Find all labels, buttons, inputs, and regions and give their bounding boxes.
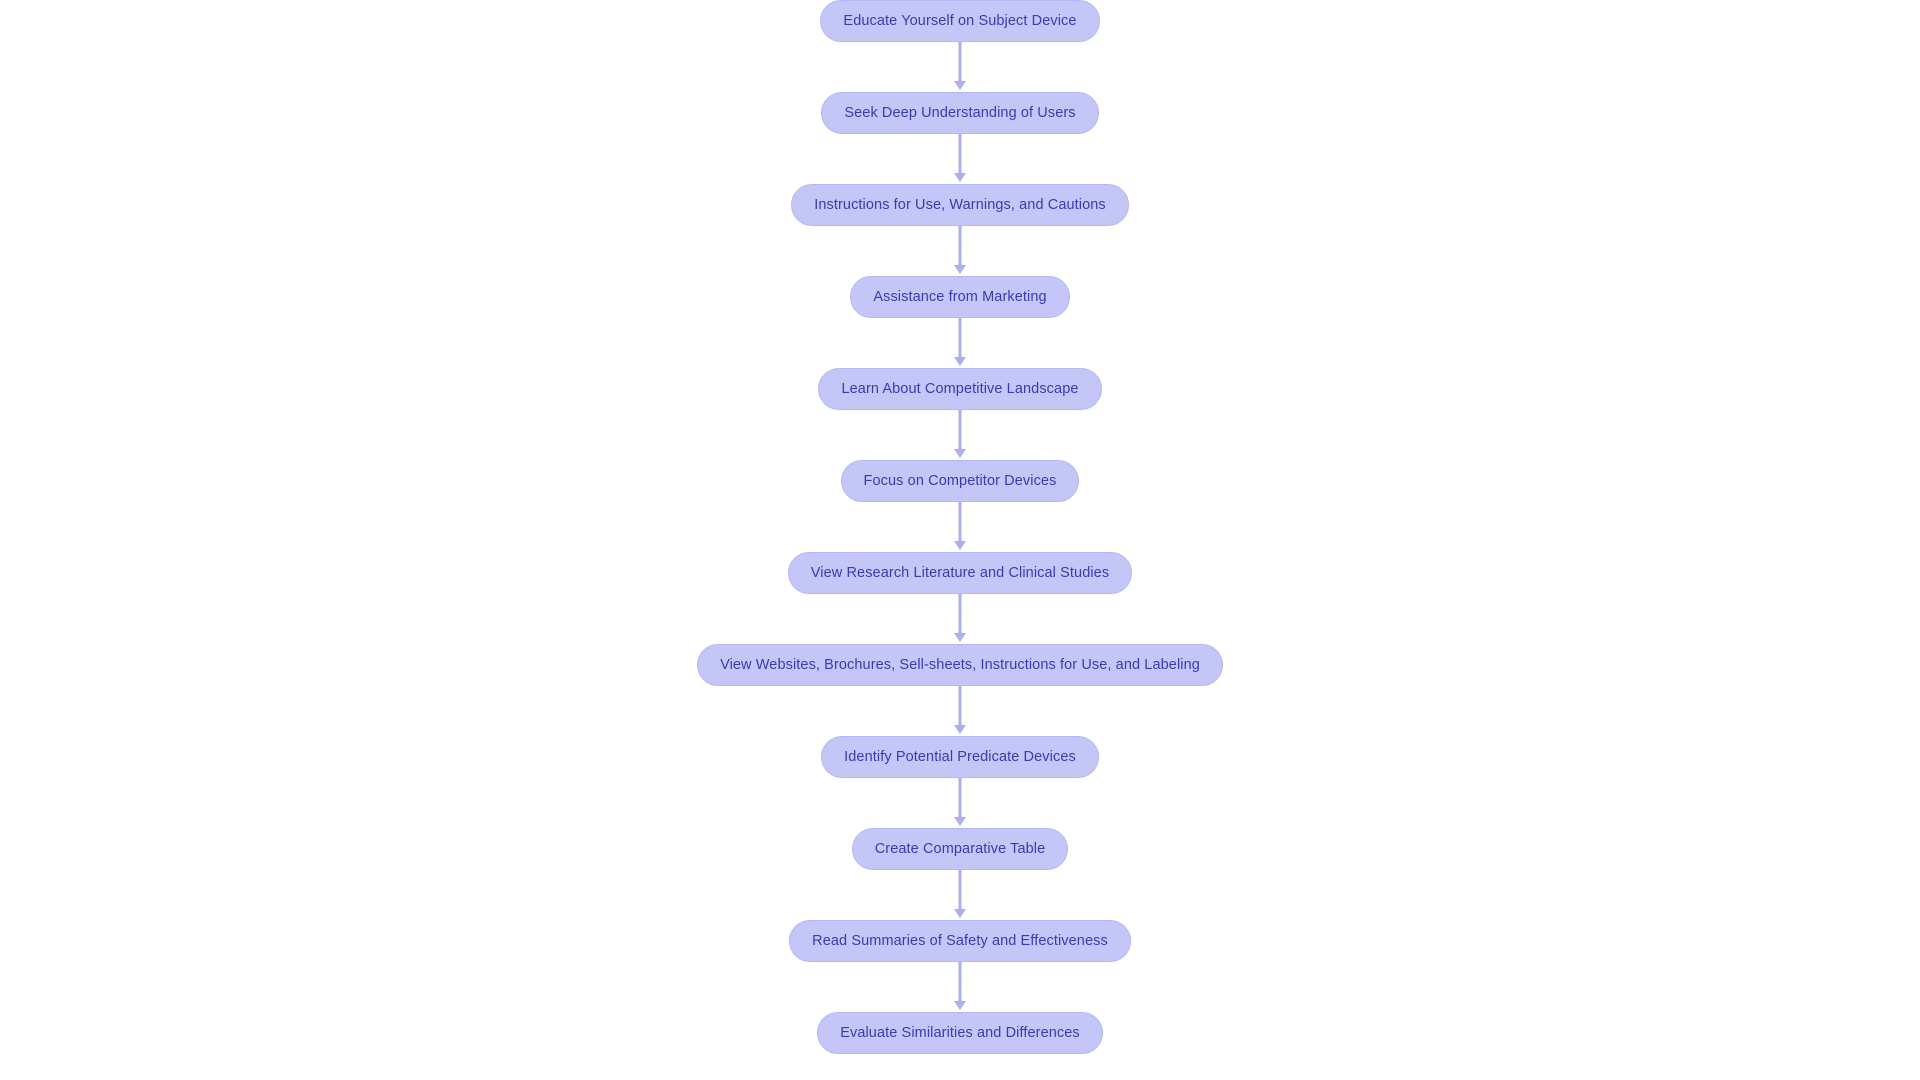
edge-line	[958, 226, 962, 266]
flow-node-n6[interactable]: Focus on Competitor Devices	[840, 460, 1080, 502]
flow-node-n7[interactable]: View Research Literature and Clinical St…	[787, 552, 1133, 594]
arrow-down-icon	[954, 633, 966, 642]
flow-node-n10[interactable]: Create Comparative Table	[851, 828, 1069, 870]
edge-line	[958, 134, 962, 174]
flow-edge-n10-to-n11	[953, 870, 967, 920]
edge-line	[958, 318, 962, 358]
edge-line	[958, 778, 962, 818]
arrow-down-icon	[954, 1001, 966, 1010]
edge-line	[958, 594, 962, 634]
flow-node-label: Identify Potential Predicate Devices	[844, 748, 1076, 765]
arrow-down-icon	[954, 725, 966, 734]
edge-line	[958, 502, 962, 542]
flow-node-n4[interactable]: Assistance from Marketing	[850, 276, 1070, 318]
arrow-down-icon	[954, 909, 966, 918]
flowchart-node-column: Educate Yourself on Subject Device Seek D…	[0, 0, 1920, 1054]
edge-line	[958, 410, 962, 450]
flow-node-n8[interactable]: View Websites, Brochures, Sell-sheets, I…	[697, 644, 1223, 686]
arrow-down-icon	[954, 357, 966, 366]
flow-node-n1[interactable]: Educate Yourself on Subject Device	[820, 0, 1100, 42]
arrow-down-icon	[954, 541, 966, 550]
flow-edge-n3-to-n4	[953, 226, 967, 276]
arrow-down-icon	[954, 81, 966, 90]
flow-edge-n7-to-n8	[953, 594, 967, 644]
flowchart-canvas: Educate Yourself on Subject Device Seek D…	[0, 0, 1920, 1080]
flow-node-label: View Research Literature and Clinical St…	[810, 564, 1110, 581]
flow-node-n9[interactable]: Identify Potential Predicate Devices	[821, 736, 1099, 778]
flow-node-label: Seek Deep Understanding of Users	[844, 104, 1076, 121]
flow-edge-n1-to-n2	[953, 42, 967, 92]
edge-line	[958, 686, 962, 726]
arrow-down-icon	[954, 265, 966, 274]
flow-node-label: Read Summaries of Safety and Effectivene…	[812, 932, 1108, 949]
flow-node-n2[interactable]: Seek Deep Understanding of Users	[821, 92, 1099, 134]
flow-node-label: Assistance from Marketing	[873, 288, 1047, 305]
edge-line	[958, 42, 962, 82]
flow-edge-n8-to-n9	[953, 686, 967, 736]
flow-edge-n4-to-n5	[953, 318, 967, 368]
arrow-down-icon	[954, 817, 966, 826]
flow-edge-n6-to-n7	[953, 502, 967, 552]
flow-node-label: Focus on Competitor Devices	[863, 472, 1057, 489]
edge-line	[958, 870, 962, 910]
flow-node-n3[interactable]: Instructions for Use, Warnings, and Caut…	[791, 184, 1129, 226]
flow-edge-n11-to-n12	[953, 962, 967, 1012]
arrow-down-icon	[954, 173, 966, 182]
flow-node-label: Learn About Competitive Landscape	[841, 380, 1079, 397]
arrow-down-icon	[954, 449, 966, 458]
flow-node-label: Evaluate Similarities and Differences	[840, 1024, 1080, 1041]
flow-node-n12[interactable]: Evaluate Similarities and Differences	[817, 1012, 1103, 1054]
edge-line	[958, 962, 962, 1002]
flow-edge-n9-to-n10	[953, 778, 967, 828]
flow-node-n11[interactable]: Read Summaries of Safety and Effectivene…	[789, 920, 1131, 962]
flow-edge-n2-to-n3	[953, 134, 967, 184]
flow-node-n5[interactable]: Learn About Competitive Landscape	[818, 368, 1102, 410]
flow-node-label: Educate Yourself on Subject Device	[843, 12, 1077, 29]
flow-edge-n5-to-n6	[953, 410, 967, 460]
flow-node-label: Create Comparative Table	[874, 840, 1046, 857]
flow-node-label: View Websites, Brochures, Sell-sheets, I…	[720, 656, 1200, 673]
flow-node-label: Instructions for Use, Warnings, and Caut…	[814, 196, 1106, 213]
